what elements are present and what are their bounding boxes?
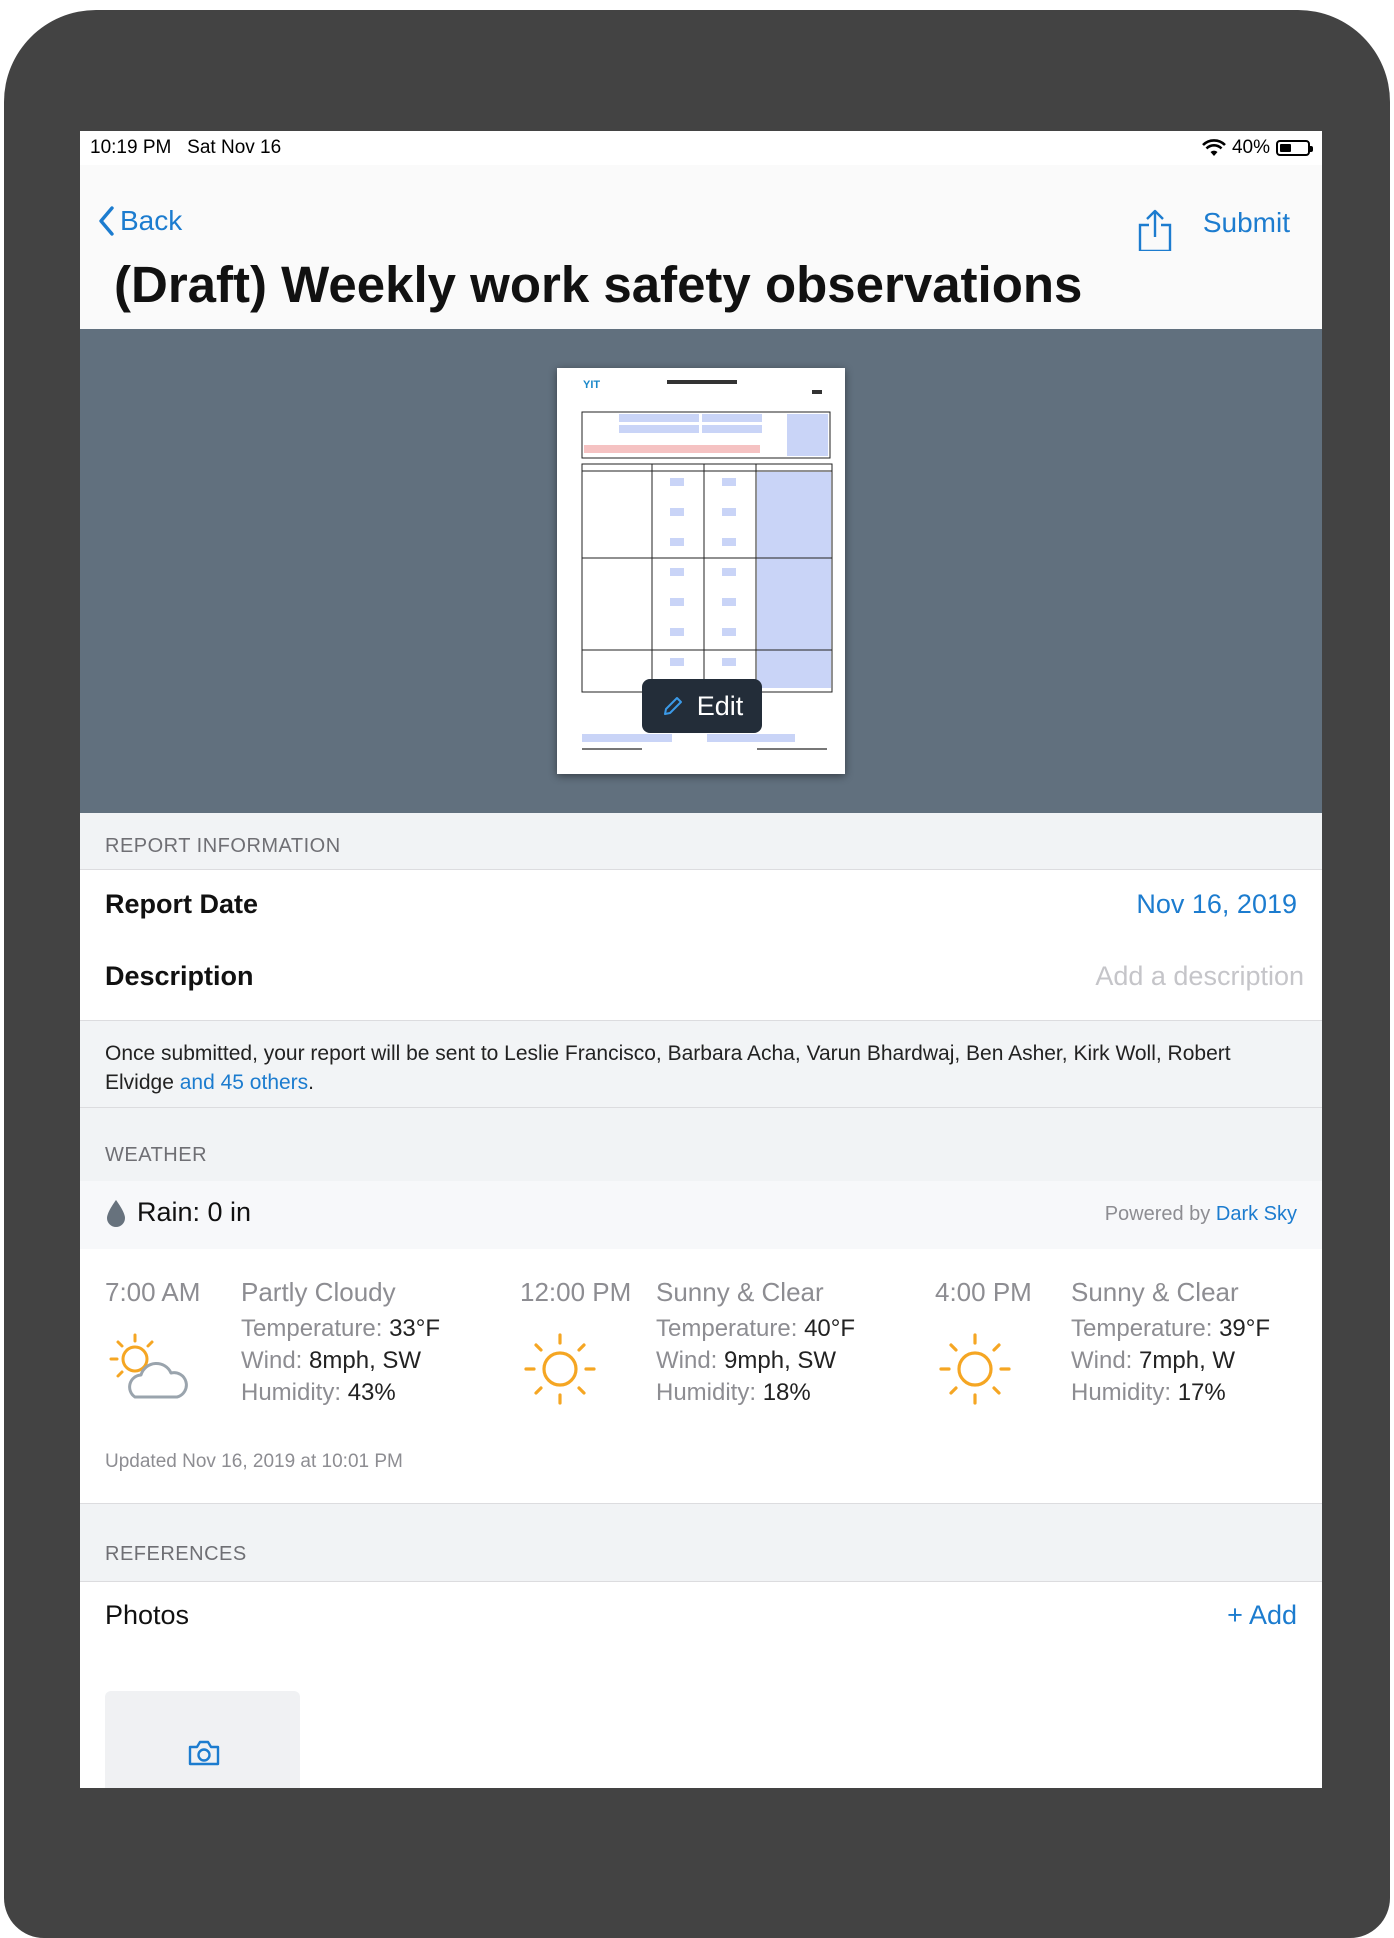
document-preview-area: YIT Edit — [80, 329, 1322, 813]
forecast-time: 7:00 AM — [105, 1277, 201, 1307]
notice-period: . — [308, 1071, 315, 1094]
chevron-left-icon — [99, 206, 114, 236]
temperature-value: 40°F — [804, 1315, 856, 1342]
wind-value: 8mph, SW — [309, 1347, 422, 1374]
forecast-humidity: Humidity: 18% — [656, 1379, 811, 1407]
forecast-wind: Wind: 7mph, W — [1071, 1347, 1235, 1375]
humidity-value: 43% — [347, 1379, 396, 1406]
recipients-notice: Once submitted, your report will be sent… — [80, 1021, 1322, 1108]
pencil-icon — [663, 697, 682, 715]
report-date-row[interactable]: Report Date Nov 16, 2019 — [80, 869, 1322, 941]
forecast-condition: Sunny & Clear — [1071, 1277, 1239, 1307]
wind-label: Wind: — [241, 1347, 303, 1374]
status-indicators: 40% — [1202, 137, 1313, 159]
temperature-value: 33°F — [389, 1315, 441, 1342]
svg-text:YIT: YIT — [583, 379, 600, 391]
status-bar: 10:19 PM Sat Nov 16 40% — [80, 131, 1322, 165]
humidity-label: Humidity: — [1071, 1379, 1172, 1406]
description-field[interactable]: Add a description — [1095, 961, 1304, 992]
forecast-temperature: Temperature: 40°F — [656, 1315, 855, 1343]
forecast-time: 12:00 PM — [520, 1277, 632, 1307]
wind-label: Wind: — [656, 1347, 718, 1374]
references-title: REFERENCES — [105, 1543, 247, 1565]
photos-row: Photos + Add — [80, 1581, 1322, 1788]
page-title: (Draft) Weekly work safety observations — [114, 256, 1083, 313]
wind-label: Wind: — [1071, 1347, 1133, 1374]
edit-label: Edit — [696, 690, 744, 721]
share-icon — [1138, 209, 1172, 253]
camera-icon — [188, 1740, 220, 1766]
report-date-label: Report Date — [105, 889, 259, 919]
report-information-title: REPORT INFORMATION — [105, 835, 341, 857]
sun-icon — [524, 1333, 596, 1405]
description-label: Description — [105, 961, 254, 991]
references-header: REFERENCES — [80, 1503, 1322, 1581]
dark-sky-link[interactable]: Dark Sky — [1216, 1203, 1297, 1225]
humidity-label: Humidity: — [656, 1379, 757, 1406]
report-information-header: REPORT INFORMATION — [80, 813, 1322, 869]
partly-cloudy-icon — [109, 1333, 188, 1399]
humidity-label: Humidity: — [241, 1379, 342, 1406]
back-button[interactable]: Back — [98, 205, 182, 237]
forecast-temperature: Temperature: 39°F — [1071, 1315, 1270, 1343]
forecast-condition: Partly Cloudy — [241, 1277, 396, 1307]
humidity-value: 18% — [762, 1379, 811, 1406]
weather-forecast: 7:00 AM Partly Cloudy Temperature: 33°F — [80, 1249, 1322, 1493]
wifi-icon — [1202, 139, 1226, 156]
weather-header: WEATHER — [80, 1108, 1322, 1181]
wind-value: 7mph, W — [1139, 1347, 1236, 1374]
wind-value: 9mph, SW — [724, 1347, 837, 1374]
status-time-date: 10:19 PM Sat Nov 16 — [90, 137, 281, 159]
back-label: Back — [120, 205, 183, 236]
sun-icon — [939, 1333, 1011, 1405]
temperature-label: Temperature: — [656, 1315, 798, 1342]
submit-button[interactable]: Submit — [1203, 207, 1290, 239]
battery-icon — [1276, 140, 1313, 156]
rain-summary: Rain: 0 in — [105, 1197, 251, 1228]
temperature-label: Temperature: — [1071, 1315, 1213, 1342]
forecast-time: 4:00 PM — [935, 1277, 1032, 1307]
humidity-value: 17% — [1177, 1379, 1226, 1406]
weather-title: WEATHER — [105, 1144, 208, 1166]
camera-tile[interactable] — [105, 1691, 300, 1788]
forecast-condition: Sunny & Clear — [656, 1277, 824, 1307]
device-frame: 10:19 PM Sat Nov 16 40% Back Submit (Dra… — [4, 10, 1390, 1938]
temperature-value: 39°F — [1219, 1315, 1271, 1342]
forecast-wind: Wind: 9mph, SW — [656, 1347, 836, 1375]
edit-button[interactable]: Edit — [642, 679, 762, 733]
status-date: Sat Nov 16 — [187, 137, 282, 158]
forecast-temperature: Temperature: 33°F — [241, 1315, 440, 1343]
rain-amount: Rain: 0 in — [137, 1197, 252, 1227]
description-row[interactable]: Description Add a description — [80, 940, 1322, 1021]
powered-by-prefix: Powered by — [1104, 1203, 1211, 1225]
navigation-bar: Back Submit — [80, 165, 1322, 265]
powered-by: Powered by Dark Sky — [1105, 1203, 1297, 1226]
status-time: 10:19 PM — [90, 137, 172, 158]
add-photo-button[interactable]: + Add — [1227, 1600, 1297, 1631]
photos-label: Photos — [105, 1600, 190, 1630]
app-screen: 10:19 PM Sat Nov 16 40% Back Submit (Dra… — [80, 131, 1322, 1788]
recipients-text: Once submitted, your report will be sent… — [105, 1039, 1295, 1097]
report-date-value[interactable]: Nov 16, 2019 — [1136, 889, 1297, 920]
rain-row: Rain: 0 in Powered by Dark Sky — [80, 1181, 1322, 1250]
battery-percent: 40% — [1231, 137, 1270, 158]
forecast-humidity: Humidity: 43% — [241, 1379, 396, 1407]
temperature-label: Temperature: — [241, 1315, 383, 1342]
raindrop-icon — [107, 1199, 125, 1227]
weather-updated-timestamp: Updated Nov 16, 2019 at 10:01 PM — [105, 1451, 403, 1472]
forecast-wind: Wind: 8mph, SW — [241, 1347, 421, 1375]
forecast-humidity: Humidity: 17% — [1071, 1379, 1226, 1407]
more-recipients-link[interactable]: and 45 others — [180, 1071, 308, 1094]
